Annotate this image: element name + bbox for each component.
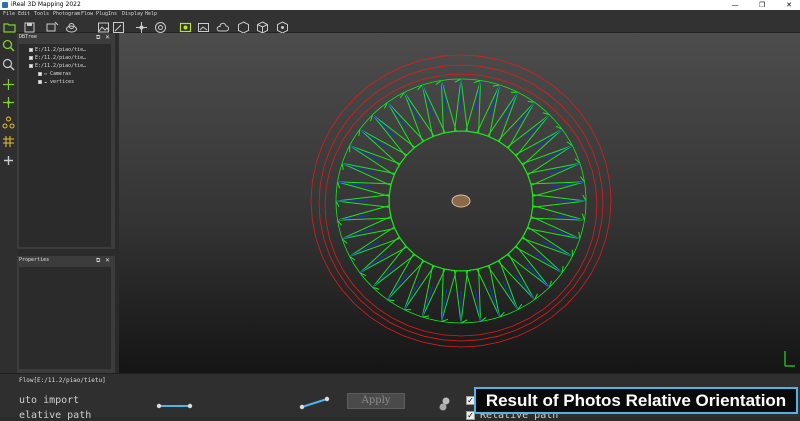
flow-step-import: uto import <box>19 395 79 406</box>
zoom-icon[interactable] <box>2 56 15 69</box>
checkbox-icon[interactable] <box>29 56 33 60</box>
camera-frustum <box>338 182 392 196</box>
open-folder-icon[interactable] <box>3 19 16 32</box>
checkbox-icon[interactable] <box>29 48 33 52</box>
dbtree-float-icon[interactable]: ⧉ <box>96 34 100 41</box>
camera-frustum <box>441 81 456 134</box>
menu-display[interactable]: Display <box>122 10 143 18</box>
menu-flow[interactable]: Flow <box>81 10 93 18</box>
tree-item-vertices[interactable]: ☁ vertices <box>38 78 74 86</box>
camera-frustum <box>441 269 456 322</box>
cloud-icon[interactable] <box>216 19 229 32</box>
import-photos-icon[interactable] <box>46 19 59 32</box>
menu-tools[interactable]: Tools <box>34 10 49 18</box>
camera-axis <box>535 254 562 273</box>
apply-button[interactable]: Apply <box>347 393 405 409</box>
camera-frame <box>342 163 343 170</box>
connector-line-icon <box>155 400 195 410</box>
minimize-button[interactable]: — <box>725 0 745 10</box>
checkbox-icon[interactable] <box>38 80 42 84</box>
close-window-button[interactable]: ✕ <box>779 0 799 10</box>
photo-align-icon[interactable] <box>179 19 192 32</box>
camera-axis <box>360 129 387 148</box>
main-toolbar <box>0 18 800 33</box>
camera-axis <box>503 281 518 310</box>
flow-step-relative-path: elative path <box>19 410 91 421</box>
properties-view <box>19 267 111 369</box>
camera-frustum <box>466 269 481 322</box>
camera-axis <box>543 242 572 257</box>
cube-icon[interactable] <box>237 19 250 32</box>
tree-item-project-1[interactable]: E:/11.2/piao/tie… <box>29 46 86 54</box>
camera-frustum <box>531 206 585 220</box>
cube-grid-icon[interactable] <box>256 19 269 32</box>
camera-axis <box>373 265 396 288</box>
connector-diagonal-icon <box>298 396 332 410</box>
checkbox-icon[interactable] <box>38 72 42 76</box>
zoom-fit-icon[interactable] <box>2 37 15 50</box>
target-icon[interactable] <box>154 19 167 32</box>
menu-file[interactable]: File <box>3 10 15 18</box>
tree-item-project-3[interactable]: E:/11.2/piao/tie… <box>29 62 86 70</box>
camera-axis <box>515 274 534 300</box>
camera-frustum <box>531 182 585 196</box>
menu-bar: File Edit Tools Photogram Flow PlugIns D… <box>0 10 800 18</box>
checkbox-icon[interactable] <box>29 64 33 68</box>
tree-item-cameras[interactable]: ▭ Cameras <box>38 70 71 78</box>
maximize-button[interactable]: ❐ <box>752 0 772 10</box>
camera-axis <box>526 265 549 288</box>
drone-icon[interactable] <box>135 19 148 32</box>
3d-viewport[interactable] <box>119 33 800 373</box>
menu-plugins[interactable]: PlugIns <box>96 10 117 18</box>
dbtree-close-icon[interactable]: ✕ <box>105 34 110 41</box>
camera-frustum <box>338 206 392 220</box>
connect-points-icon[interactable] <box>2 114 15 127</box>
camera-axis <box>515 102 534 128</box>
camera-axis <box>503 92 518 121</box>
result-caption: Result of Photos Relative Orientation <box>474 387 798 414</box>
flow-node-icon <box>438 396 452 412</box>
camera-axis <box>350 242 379 257</box>
point-cloud-icon[interactable] <box>197 19 210 32</box>
camera-frame <box>579 232 580 239</box>
menu-help[interactable]: Help <box>145 10 157 18</box>
dbtree-view: E:/11.2/piao/tie… E:/11.2/piao/tie… E:/1… <box>19 44 111 247</box>
edit-image-icon[interactable] <box>112 19 125 32</box>
move-icon[interactable] <box>2 94 15 107</box>
menu-edit[interactable]: Edit <box>18 10 30 18</box>
camera-axis <box>373 115 396 138</box>
left-toolbar <box>0 33 17 373</box>
window-title: iReal 3D Mapping 2022 <box>11 0 81 10</box>
camera-axis <box>404 281 419 310</box>
crosshair-icon[interactable] <box>2 76 15 89</box>
settings-cube-icon[interactable] <box>276 19 289 32</box>
add-point-icon[interactable] <box>2 152 15 165</box>
camera-axis <box>388 274 407 300</box>
camera-axis <box>404 92 419 121</box>
camera-axis <box>360 254 387 273</box>
dbtree-title: DBTree <box>17 33 37 42</box>
cloud-add-icon[interactable] <box>65 19 78 32</box>
camera-axis <box>350 146 379 161</box>
sparse-point-cloud <box>452 195 470 207</box>
flow-title: Flow[E:/11.2/piao/tietu] <box>19 377 106 384</box>
image-icon[interactable] <box>97 19 110 32</box>
camera-axis <box>535 129 562 148</box>
relative-orientation-scene <box>119 33 800 373</box>
save-icon[interactable] <box>23 19 36 32</box>
camera-axis <box>543 146 572 161</box>
grid-icon[interactable] <box>2 133 15 146</box>
camera-axis <box>526 115 549 138</box>
properties-close-icon[interactable]: ✕ <box>105 257 110 264</box>
camera-frustum <box>466 81 481 134</box>
properties-float-icon[interactable]: ⧉ <box>96 257 100 264</box>
title-bar: iReal 3D Mapping 2022 — ❐ ✕ <box>0 0 800 10</box>
camera-axis <box>388 102 407 128</box>
menu-photogram[interactable]: Photogram <box>53 10 80 18</box>
tree-item-project-2[interactable]: E:/11.2/piao/tie… <box>29 54 86 62</box>
properties-title: Properties <box>17 256 49 265</box>
app-logo-icon <box>2 2 8 8</box>
